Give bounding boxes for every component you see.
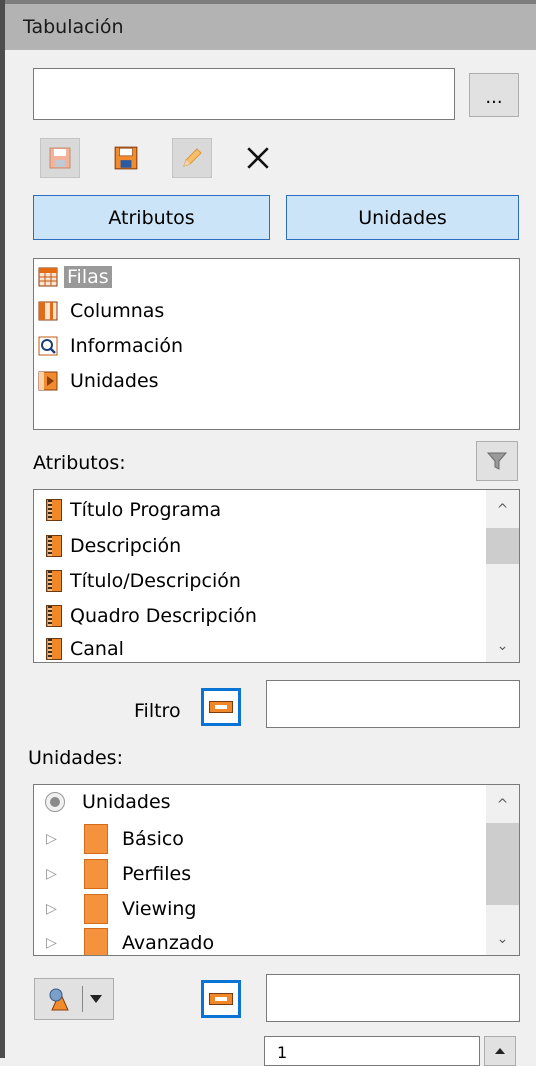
scroll-up-icon[interactable]: ^ [486, 496, 519, 524]
tree-item-label: Básico [122, 828, 184, 850]
save-button[interactable] [40, 138, 80, 178]
list-item[interactable]: Título Programa [46, 494, 221, 526]
attribute-filter-button[interactable] [476, 441, 518, 481]
tree-item-label: Avanzado [122, 932, 215, 954]
browse-button[interactable]: ... [469, 73, 519, 117]
tree-item-label: Perfiles [122, 863, 192, 885]
tree-item[interactable]: ▷ Básico [34, 823, 184, 855]
delete-button[interactable] [238, 138, 278, 178]
attribute-label: Descripción [70, 535, 182, 557]
panel-titlebar: Tabulación [5, 0, 536, 50]
list-item[interactable]: Canal [46, 633, 124, 662]
tab-unidades[interactable]: Unidades [286, 195, 519, 240]
scroll-down-icon[interactable]: ⌄ [486, 925, 519, 953]
spinner-value: 1 [277, 1043, 288, 1062]
save-icon [49, 147, 71, 169]
scroll-up-icon[interactable]: ^ [486, 791, 519, 819]
layout-item-label: Columnas [70, 300, 165, 322]
page-spinner-input[interactable]: 1 [264, 1036, 480, 1066]
tree-item[interactable]: ▷ Avanzado [34, 927, 215, 955]
expand-icon[interactable]: ▷ [46, 866, 64, 882]
panel-title: Tabulación [23, 16, 124, 38]
attribute-label: Quadro Descripción [70, 605, 257, 627]
tab-unidades-label: Unidades [358, 206, 447, 229]
attribute-label: Canal [70, 638, 124, 660]
expand-icon[interactable]: ▷ [46, 831, 64, 847]
layout-item-label: Unidades [70, 370, 159, 392]
edit-icon [183, 148, 202, 167]
dropdown-divider [81, 986, 83, 1012]
layout-item-unidades[interactable]: Unidades [38, 365, 159, 397]
attribute-filter-toggle[interactable] [201, 688, 241, 726]
layout-item-label: Información [70, 335, 183, 357]
atributos-section-label: Atributos: [33, 452, 126, 474]
rows-icon [38, 267, 58, 287]
folder-icon [84, 824, 108, 854]
attribute-label: Título/Descripción [70, 570, 241, 592]
save-as-icon [114, 146, 138, 170]
radio-icon [45, 792, 65, 812]
scrollbar-thumb[interactable] [486, 528, 519, 564]
panel-left-border [0, 0, 5, 1058]
attribute-icon [46, 499, 62, 521]
unidades-section-label: Unidades: [28, 747, 123, 769]
delete-icon [247, 147, 269, 169]
expand-icon[interactable]: ▷ [46, 935, 64, 951]
info-icon [38, 336, 58, 356]
folder-icon [84, 894, 108, 924]
attribute-filter-input[interactable] [266, 680, 520, 728]
scrollbar-thumb[interactable] [486, 823, 519, 905]
spinner-up-icon [495, 1048, 505, 1054]
save-as-button[interactable] [106, 138, 146, 178]
filter-label: Filtro [134, 700, 181, 722]
tree-item-label: Viewing [122, 898, 197, 920]
units-tree[interactable]: Unidades ▷ Básico ▷ Perfiles ▷ Viewing ▷… [33, 784, 520, 956]
edit-button[interactable] [172, 138, 212, 178]
units-filter-toggle[interactable] [201, 980, 241, 1018]
units-scrollbar[interactable]: ^ ⌄ [486, 785, 519, 955]
spinner-up-button[interactable] [484, 1036, 516, 1066]
tree-root[interactable]: Unidades [44, 786, 171, 818]
tree-root-label: Unidades [82, 791, 171, 813]
units-icon [38, 371, 58, 391]
list-item[interactable]: Quadro Descripción [46, 600, 257, 632]
funnel-icon [486, 452, 508, 470]
list-item[interactable]: Título/Descripción [46, 565, 241, 597]
tree-item[interactable]: ▷ Viewing [34, 893, 196, 925]
folder-icon [84, 928, 108, 955]
layout-item-label: Filas [64, 266, 112, 288]
tab-atributos-label: Atributos [108, 206, 195, 229]
list-item[interactable]: Descripción [46, 530, 181, 562]
units-tool-dropdown[interactable] [34, 978, 114, 1020]
layout-item-informacion[interactable]: Información [38, 330, 183, 362]
expand-icon[interactable]: ▷ [46, 901, 64, 917]
folder-icon [84, 859, 108, 889]
layout-list[interactable]: Filas Columnas Información Unidades [33, 258, 520, 430]
layout-item-columnas[interactable]: Columnas [38, 295, 164, 327]
tab-atributos[interactable]: Atributos [33, 195, 270, 240]
scroll-down-icon[interactable]: ⌄ [486, 632, 519, 660]
filter-field-icon [209, 701, 233, 713]
attribute-icon [46, 605, 62, 627]
attribute-icon [46, 570, 62, 592]
chevron-down-icon [89, 995, 102, 1003]
name-input[interactable] [33, 68, 455, 120]
unit-tool-icon [49, 988, 69, 1011]
tree-item[interactable]: ▷ Perfiles [34, 858, 191, 890]
attribute-icon [46, 638, 62, 660]
columns-icon [38, 301, 58, 321]
attribute-label: Título Programa [70, 499, 222, 521]
attribute-icon [46, 535, 62, 557]
attributes-list[interactable]: Título Programa Descripción Título/Descr… [33, 489, 520, 663]
units-filter-input[interactable] [266, 974, 520, 1022]
browse-label: ... [485, 86, 503, 108]
filter-field-icon [209, 993, 233, 1005]
attributes-scrollbar[interactable]: ^ ⌄ [486, 490, 519, 662]
layout-item-filas[interactable]: Filas [38, 261, 112, 293]
